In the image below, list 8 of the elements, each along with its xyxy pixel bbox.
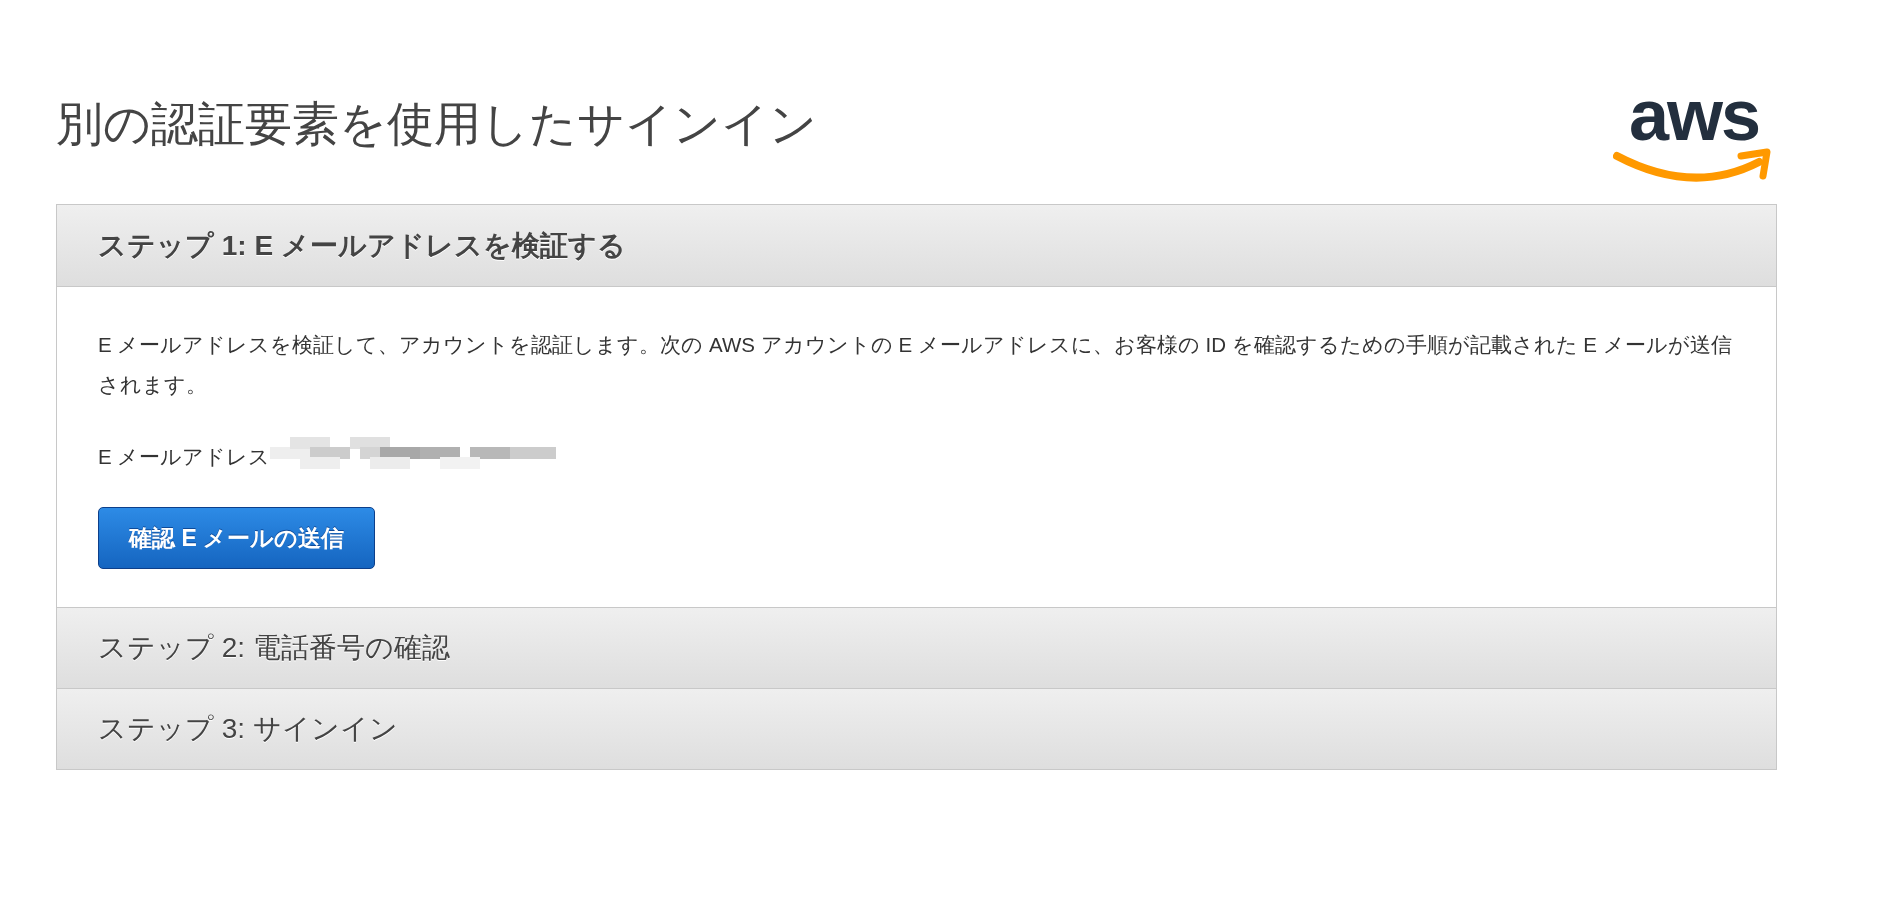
step-header[interactable]: ステップ 1: E メールアドレスを検証する (57, 205, 1776, 286)
step-header[interactable]: ステップ 2: 電話番号の確認 (57, 607, 1776, 688)
email-label: E メールアドレス (98, 443, 271, 470)
description-text: E メールアドレスを検証して、アカウントを認証します。次の AWS アカウントの E メールアドレスに、お客様の ID を確認するための手順が記載された E メールが送信されます。 (98, 332, 1733, 398)
send-email-button[interactable]: 確認 E メールの送信 (98, 507, 376, 569)
page-title: 別の認証要素を使用したサインイン (56, 96, 817, 152)
aws-logo: aws (1611, 82, 1777, 182)
step-header[interactable]: ステップ 3: サインイン (57, 688, 1776, 769)
